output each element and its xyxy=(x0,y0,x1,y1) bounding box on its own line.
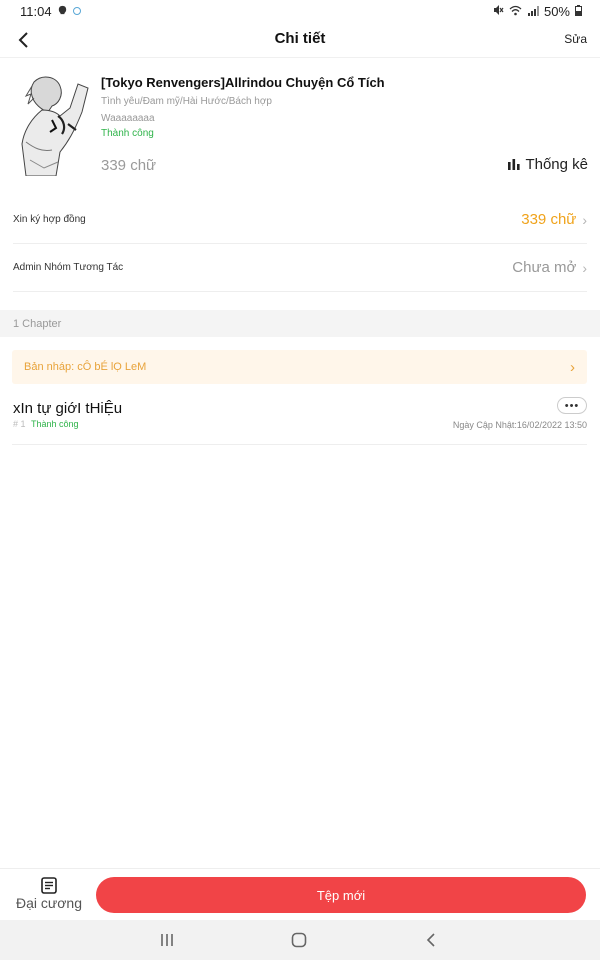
chapter-item[interactable]: xIn tự giớI tHiỆu ••• # 1 Thành công Ngà… xyxy=(12,394,587,445)
status-dot-icon xyxy=(72,7,81,15)
battery-icon xyxy=(575,4,582,19)
more-options-button[interactable]: ••• xyxy=(557,397,587,414)
status-time: 11:04 xyxy=(20,3,52,19)
book-status: Thành công xyxy=(101,128,154,139)
admin-group-value: Chưa mở xyxy=(512,259,577,276)
book-title: [Tokyo Renvengers]Allrindou Chuyện Cổ Tí… xyxy=(101,75,385,90)
chevron-right-icon: › xyxy=(570,358,575,376)
battery-label: 50% xyxy=(543,3,570,19)
recent-apps-button[interactable] xyxy=(147,928,187,952)
stats-label: Thống kê xyxy=(525,156,588,173)
contract-value-wrap: 339 chữ › xyxy=(521,211,587,228)
header: Chi tiết Sửa xyxy=(0,22,600,58)
document-icon xyxy=(41,877,57,894)
book-genres: Tình yêu/Đam mỹ/Hài Hước/Bách hợp xyxy=(101,96,272,107)
chevron-left-icon xyxy=(426,933,435,947)
status-left: 11:04 xyxy=(20,4,81,19)
home-icon xyxy=(291,932,307,948)
chevron-right-icon: › xyxy=(582,259,587,276)
mute-icon xyxy=(492,4,504,19)
bottom-bar: Đại cương Tệp mới xyxy=(0,868,600,920)
system-back-button[interactable] xyxy=(411,928,451,952)
admin-group-value-wrap: Chưa mở › xyxy=(512,259,587,276)
edit-button[interactable]: Sửa xyxy=(564,32,587,46)
book-description: Waaaaaaaa xyxy=(101,113,155,124)
book-cover-image xyxy=(12,72,90,177)
home-button[interactable] xyxy=(279,928,319,952)
outline-button[interactable]: Đại cương xyxy=(13,877,85,917)
chevron-right-icon: › xyxy=(582,211,587,228)
page-title: Chi tiết xyxy=(274,30,326,47)
draft-row[interactable]: Bản nháp: cÔ bÉ lỌ LeM › xyxy=(12,350,587,384)
contract-label: Xin ký hợp đồng xyxy=(13,214,86,225)
bar-chart-icon xyxy=(508,159,521,170)
chapter-updated: Ngày Cập Nhật:16/02/2022 13:50 xyxy=(452,420,587,430)
stats-button[interactable]: Thống kê xyxy=(508,156,588,173)
chapter-number: # 1 xyxy=(13,419,26,429)
status-bar: 11:04 50% xyxy=(0,0,600,22)
wifi-icon xyxy=(509,4,522,19)
draft-label: Bản nháp: cÔ bÉ lỌ LeM xyxy=(24,361,147,373)
notification-icon xyxy=(57,4,68,19)
book-info: [Tokyo Renvengers]Allrindou Chuyện Cổ Tí… xyxy=(101,75,588,139)
system-nav-bar xyxy=(0,920,600,960)
chapter-title: xIn tự giớI tHiỆu xyxy=(13,400,123,417)
chapter-status: Thành công xyxy=(31,419,79,429)
status-right: 50% xyxy=(492,4,582,19)
admin-group-row[interactable]: Admin Nhóm Tương Tác Chưa mở › xyxy=(13,244,587,292)
book-word-count: 339 chữ xyxy=(101,157,157,174)
contract-row[interactable]: Xin ký hợp đồng 339 chữ › xyxy=(13,196,587,244)
chapter-count-label: 1 Chapter xyxy=(13,317,62,330)
signal-icon xyxy=(527,4,539,19)
outline-label: Đại cương xyxy=(15,895,83,911)
contract-value: 339 chữ xyxy=(521,211,577,228)
admin-group-label: Admin Nhóm Tương Tác xyxy=(13,262,124,273)
book-card: [Tokyo Renvengers]Allrindou Chuyện Cổ Tí… xyxy=(12,72,588,184)
recent-apps-icon xyxy=(161,934,173,946)
new-file-button[interactable]: Tệp mới xyxy=(96,877,586,913)
chapter-count-bar: 1 Chapter xyxy=(0,310,600,337)
